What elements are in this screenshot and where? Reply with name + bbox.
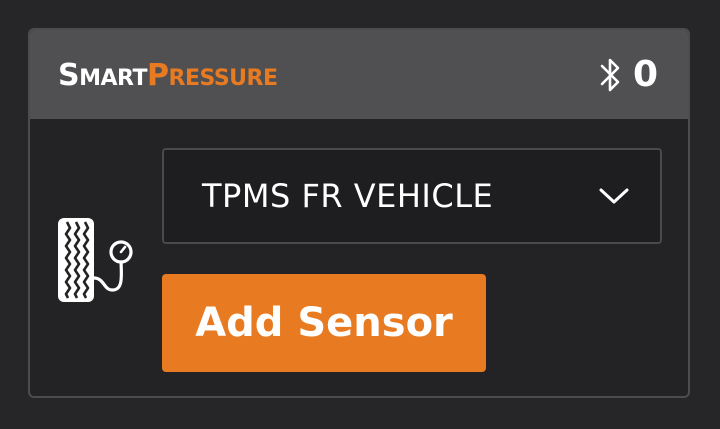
card-header: S MART P RESSURE 0: [30, 30, 688, 119]
bluetooth-icon: [599, 57, 623, 93]
logo-smart-cap: S: [58, 58, 80, 93]
vehicle-select[interactable]: TPMS FR VEHICLE: [162, 148, 662, 244]
sensor-card: S MART P RESSURE 0 TPMS FR VEHICLE Add S…: [28, 28, 690, 398]
tire-pressure-gauge-icon: [56, 216, 134, 304]
bluetooth-status[interactable]: 0: [599, 52, 658, 98]
smartpressure-logo: S MART P RESSURE: [58, 58, 278, 94]
logo-pressure-cap: P: [147, 58, 169, 93]
logo-pressure-rest: RESSURE: [168, 66, 279, 91]
vehicle-select-value: TPMS FR VEHICLE: [202, 177, 494, 215]
logo-smart-rest: MART: [79, 66, 147, 91]
connected-count: 0: [632, 54, 658, 95]
chevron-down-icon: [598, 186, 630, 206]
add-sensor-button[interactable]: Add Sensor: [162, 274, 486, 372]
